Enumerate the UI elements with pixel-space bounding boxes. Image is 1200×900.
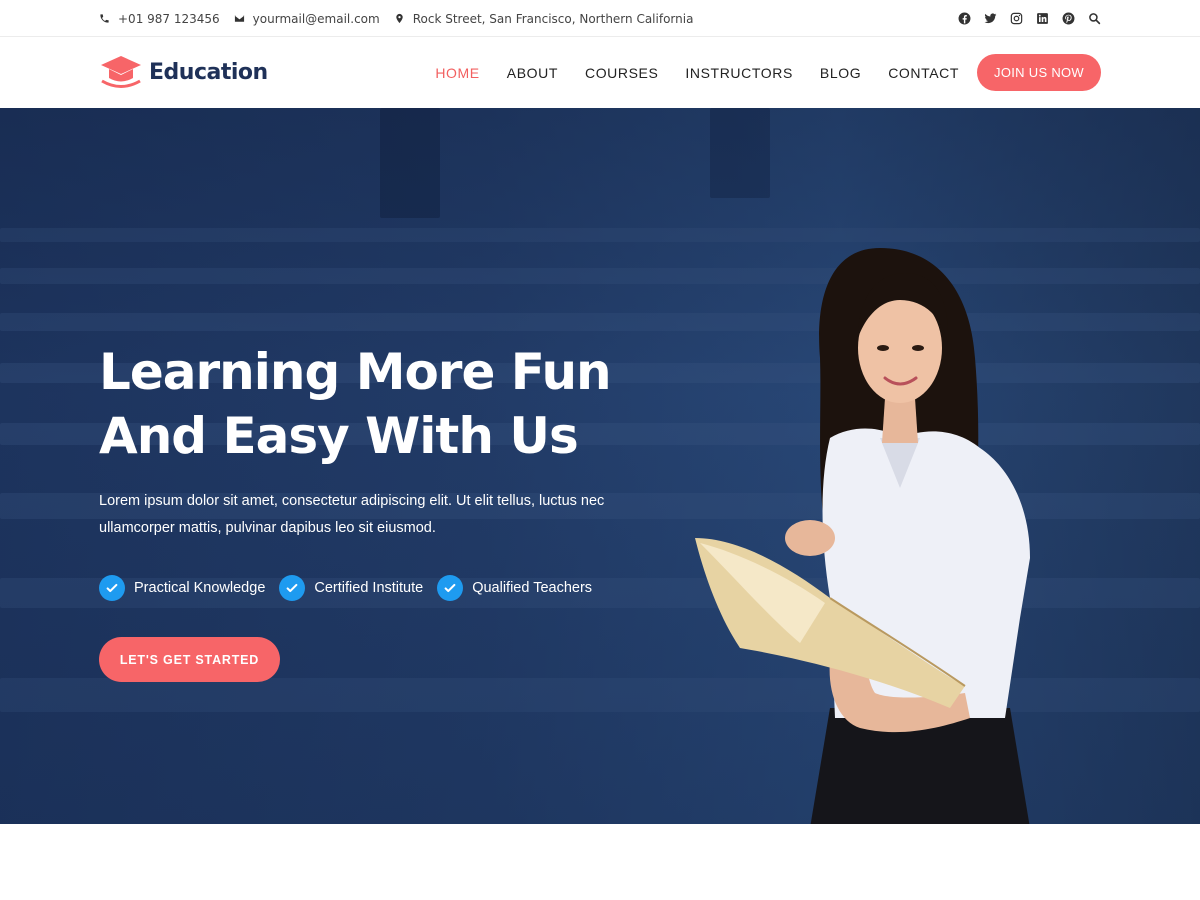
site-logo[interactable]: Education [99,54,268,90]
feature-item: Practical Knowledge [99,575,265,601]
twitter-icon[interactable] [983,12,997,26]
facebook-icon[interactable] [957,12,971,26]
get-started-button[interactable]: LET'S GET STARTED [99,637,280,682]
top-bar: +01 987 123456 yourmail@email.com Rock S… [0,0,1200,37]
nav-item-about[interactable]: ABOUT [507,65,558,81]
phone-item[interactable]: +01 987 123456 [99,12,220,26]
main-nav: HOME ABOUT COURSES INSTRUCTORS BLOG CONT… [435,54,1101,91]
address-text: Rock Street, San Francisco, Northern Cal… [412,11,694,26]
graduation-cap-icon [101,56,141,88]
phone-icon [100,14,109,23]
linkedin-icon[interactable] [1035,12,1049,26]
hero-title-line-1: Learning More Fun [99,343,612,401]
site-header: Education HOME ABOUT COURSES INSTRUCTORS… [0,37,1200,108]
feature-item: Qualified Teachers [437,575,592,601]
nav-item-home[interactable]: HOME [435,65,479,81]
envelope-icon [234,15,244,22]
feature-label: Certified Institute [314,580,424,596]
student-image [695,248,1030,824]
hero-title-line-2: And Easy With Us [99,407,579,465]
search-icon[interactable] [1087,12,1101,26]
pinterest-icon[interactable] [1061,12,1075,26]
hero-description: Lorem ipsum dolor sit amet, consectetur … [99,493,605,536]
social-links [957,0,1101,37]
email-item[interactable]: yourmail@email.com [234,12,380,26]
nav-item-contact[interactable]: CONTACT [888,65,959,81]
hero-title: Learning More Fun And Easy With Us [99,340,612,468]
contact-info: +01 987 123456 yourmail@email.com Rock S… [99,0,693,37]
check-icon [99,575,125,601]
feature-label: Practical Knowledge [134,580,266,596]
nav-item-instructors[interactable]: INSTRUCTORS [685,65,792,81]
brand-name: Education [149,59,268,85]
feature-item: Certified Institute [279,575,423,601]
email-text: yourmail@email.com [252,11,380,26]
phone-text: +01 987 123456 [118,11,220,26]
check-icon [437,575,464,601]
instagram-icon[interactable] [1009,12,1023,26]
join-us-button[interactable]: JOIN US NOW [977,54,1101,91]
hero-section: Learning More Fun And Easy With Us Lorem… [0,108,1200,824]
feature-label: Qualified Teachers [472,580,593,596]
hero-features: Practical Knowledge Certified Institute … [99,575,592,601]
check-icon [279,575,306,601]
address-item: Rock Street, San Francisco, Northern Cal… [394,11,694,26]
nav-item-courses[interactable]: COURSES [585,65,658,81]
map-pin-icon [395,13,403,24]
nav-item-blog[interactable]: BLOG [820,65,861,81]
